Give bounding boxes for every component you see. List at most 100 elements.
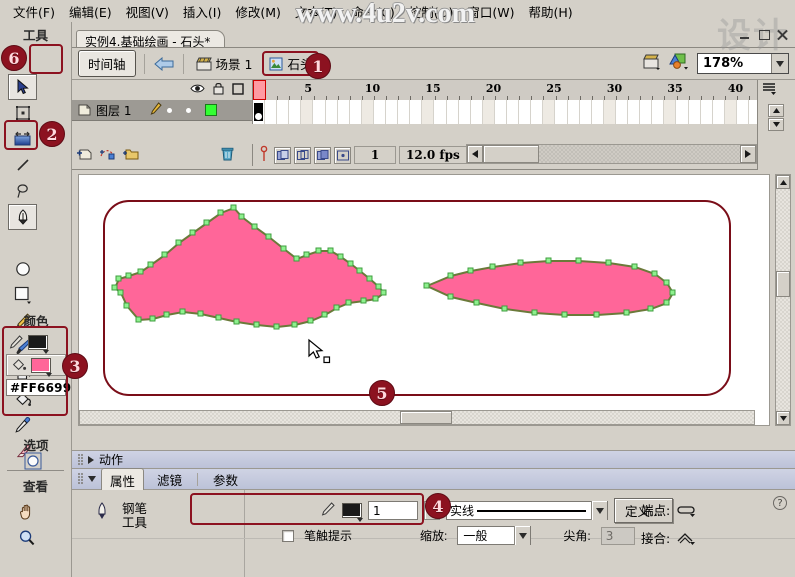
timeline-frame-cell[interactable] [568,100,580,124]
back-button[interactable] [153,54,175,74]
option-button-slot[interactable] [24,452,42,473]
help-button[interactable]: ? [773,496,787,510]
tool-line[interactable] [8,152,37,178]
menu-item-modify[interactable]: 修改(M) [228,0,288,23]
timeline-layer-row[interactable]: 图层 1 [72,100,252,121]
timeline-frame-cell[interactable] [664,100,677,124]
menu-item-view[interactable]: 视图(V) [119,0,176,23]
restore-icon[interactable] [757,29,770,41]
timeline-frame-cell[interactable] [689,100,701,124]
timeline-frame-cell[interactable] [386,100,399,124]
current-frame-field[interactable]: 1 [354,146,396,164]
scale-dropdown[interactable] [514,526,531,545]
stage-hscroll-thumb[interactable] [400,411,452,424]
timeline-scroll-right-button[interactable] [740,145,756,163]
timeline-scroll-left-button[interactable] [467,145,483,163]
edit-scene-icon[interactable] [643,54,661,73]
stroke-hinting-checkbox[interactable] [282,529,294,542]
tool-pen[interactable] [8,204,37,230]
tool-oval[interactable] [8,256,37,282]
stroke-color-row[interactable] [4,332,68,354]
new-layer-button[interactable] [76,147,93,164]
timeline-frame-cell[interactable] [265,100,278,124]
cap-control[interactable]: 端点: [641,500,698,519]
stage-vscroll-thumb[interactable] [776,271,790,297]
timeline-frame-cell[interactable] [519,100,532,124]
timeline-frame-cell[interactable] [410,100,423,124]
timeline-frame-cell[interactable] [652,100,665,124]
tool-subselection[interactable] [8,100,37,126]
timeline-frame-cell[interactable] [749,100,757,124]
timeline-frame-cell[interactable] [628,100,641,124]
scene-crumb[interactable]: 场景 1 [192,52,257,75]
stage-vertical-scrollbar[interactable] [775,174,791,426]
timeline-frame-cell[interactable] [603,100,616,124]
join-control[interactable]: 接合: [641,528,698,547]
menu-item-edit[interactable]: 编辑(E) [62,0,119,23]
layer-outline-color-swatch[interactable] [205,104,218,116]
layer-visible-dot[interactable] [167,107,173,113]
tab-properties[interactable]: 属性 [101,467,145,493]
timeline-frame-cell[interactable] [543,100,556,124]
edit-symbol-icon[interactable] [669,53,689,73]
menu-item-window[interactable]: 窗口(W) [460,0,521,23]
timeline-playhead[interactable] [253,80,266,100]
timeline-height-down-button[interactable] [768,118,784,131]
timeline-frame-cell[interactable] [507,100,520,124]
timeline-frame-cell[interactable] [435,100,447,124]
tool-rectangle[interactable] [8,282,37,308]
timeline-frame-cell[interactable] [338,100,350,124]
tool-hand[interactable] [12,499,41,525]
timeline-frame-cell[interactable] [495,100,507,124]
timeline-frame-cell[interactable] [374,100,386,124]
timeline-frame-cell[interactable] [277,100,290,124]
timeline-frame-cell[interactable] [713,100,725,124]
timeline-frame-cell[interactable] [531,100,544,124]
stroke-color-swatch-properties[interactable] [342,503,363,522]
vector-artwork[interactable] [79,175,770,426]
rock-shape-left[interactable] [113,206,386,329]
timeline-scroll-thumb[interactable] [483,145,539,163]
delete-layer-button[interactable] [221,147,234,164]
tool-free-transform[interactable] [8,126,37,152]
timeline-height-up-button[interactable] [768,104,784,117]
document-tab[interactable]: 实例4.基础绘画 - 石头* [76,30,226,49]
onion-skin-marker-icon[interactable] [257,145,271,166]
tab-parameters[interactable]: 参数 [205,468,246,491]
timeline-frame-cell[interactable] [616,100,628,124]
stroke-style-select[interactable]: 实线 [446,501,608,520]
timeline-frame-cell[interactable] [326,100,338,124]
timeline-horizontal-scrollbar[interactable] [466,144,757,164]
stroke-style-dropdown[interactable] [591,501,607,520]
close-icon[interactable] [776,29,789,41]
timeline-frame-cell[interactable] [556,100,568,124]
timeline-frame-cell[interactable] [737,100,749,124]
timeline-frame-cell[interactable] [289,100,302,124]
tool-lasso[interactable] [8,178,37,204]
timeline-frame-cell[interactable] [592,100,604,124]
lock-icon[interactable] [213,82,224,98]
timeline-frame-cell[interactable] [361,100,374,124]
timeline-keyframe[interactable] [254,103,263,121]
add-motion-guide-button[interactable] [99,147,116,164]
timeline-frame-cell[interactable] [677,100,689,124]
zoom-combobox[interactable]: 178% [697,53,789,74]
timeline-frame-cell[interactable] [471,100,483,124]
timeline-frame-cell[interactable] [580,100,592,124]
eye-icon[interactable] [190,83,205,97]
onion-skin-button[interactable] [274,146,291,164]
onion-skin-outlines-button[interactable] [294,146,311,164]
timeline-frame-cell[interactable] [724,100,737,124]
stage-scroll-up-button[interactable] [776,175,790,189]
collapse-arrow-icon[interactable] [88,476,96,482]
stage-canvas[interactable] [78,174,770,426]
modify-onion-markers-button[interactable] [334,146,351,164]
tool-zoom[interactable] [12,525,41,551]
fill-color-swatch[interactable] [31,357,52,377]
menu-item-commands[interactable]: 命令(C) [344,0,401,23]
stroke-color-swatch[interactable] [28,334,49,354]
stroke-height-field[interactable]: 1 [368,501,418,520]
timeline-frame-cell[interactable] [301,100,314,124]
timeline-toggle-button[interactable]: 时间轴 [78,50,136,77]
timeline-frame-cell[interactable] [459,100,471,124]
